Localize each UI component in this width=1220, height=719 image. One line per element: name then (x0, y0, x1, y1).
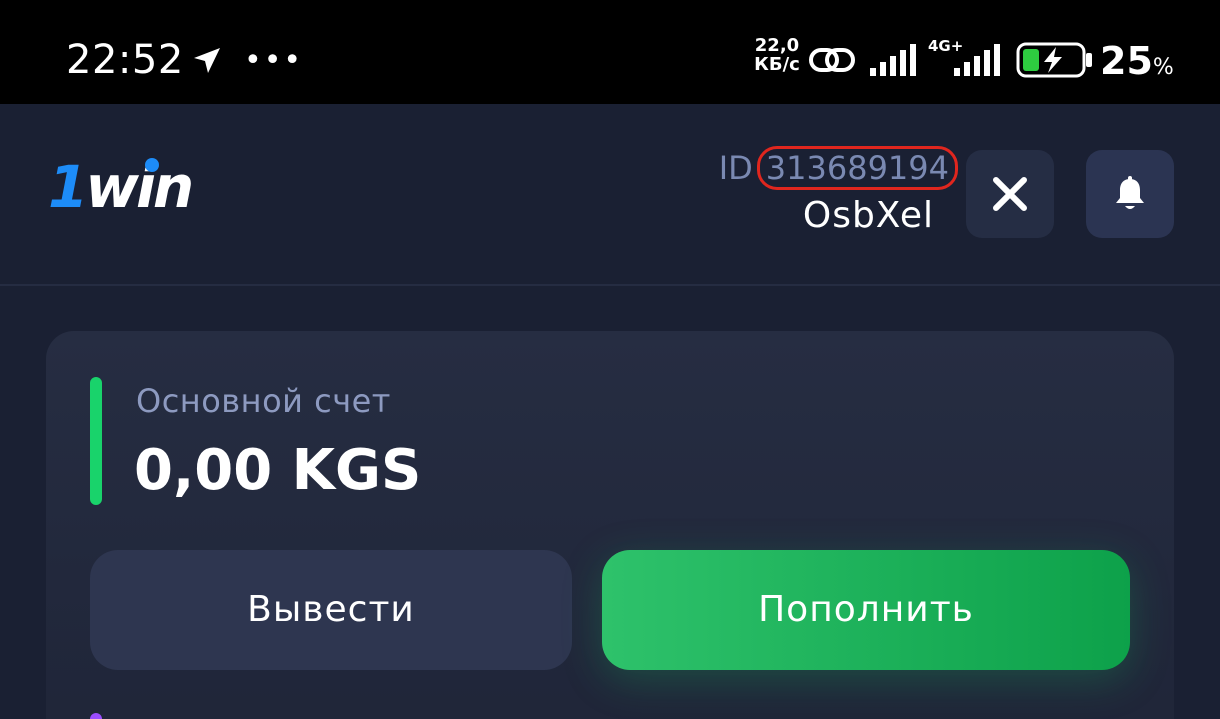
bell-icon (1116, 176, 1144, 209)
brand-logo-text: win (85, 153, 194, 221)
brand-logo[interactable]: 1win (48, 152, 194, 222)
page: 22:52 ••• 22,0 КБ/с 4G+ 25% 1win ID 3136… (0, 0, 1220, 719)
deposit-button[interactable]: Пополнить (602, 550, 1130, 670)
brand-logo-prefix: 1 (48, 153, 88, 221)
account-balance: 0,00 KGS (134, 438, 422, 503)
signal-icon (870, 44, 916, 76)
link-icon (809, 48, 855, 72)
header-divider (0, 284, 1220, 286)
brand-logo-dot (145, 158, 159, 172)
notifications-button[interactable] (1086, 150, 1174, 238)
network-speed: 22,0 КБ/с (752, 36, 802, 74)
user-id-value[interactable]: 313689194 (756, 146, 958, 190)
account-label: Основной счет (136, 382, 391, 420)
signal-4g-icon (954, 44, 1000, 76)
battery-percent: 25% (1100, 38, 1174, 91)
user-id: ID 313689194 (718, 146, 958, 190)
battery-percent-unit: % (1152, 55, 1174, 80)
user-id-label: ID (718, 149, 753, 187)
network-speed-value: 22,0 (754, 35, 800, 56)
navigation-arrow-icon (194, 48, 220, 73)
battery-charging-icon (1016, 42, 1092, 78)
withdraw-button[interactable]: Вывести (90, 550, 572, 670)
balance-card: Основной счет 0,00 KGS Вывести Пополнить (46, 331, 1174, 719)
bonus-account-marker (90, 713, 102, 719)
signal-4g: 4G+ (928, 38, 1004, 78)
close-button[interactable] (966, 150, 1054, 238)
battery-percent-value: 25 (1100, 39, 1153, 83)
more-dots-icon: ••• (244, 43, 304, 78)
close-icon (993, 177, 1027, 211)
network-speed-unit: КБ/с (754, 54, 800, 75)
account-marker (90, 377, 102, 505)
status-bar: 22:52 ••• 22,0 КБ/с 4G+ 25% (0, 0, 1220, 104)
status-time: 22:52 (66, 37, 184, 83)
username: OsbXel (802, 195, 934, 236)
